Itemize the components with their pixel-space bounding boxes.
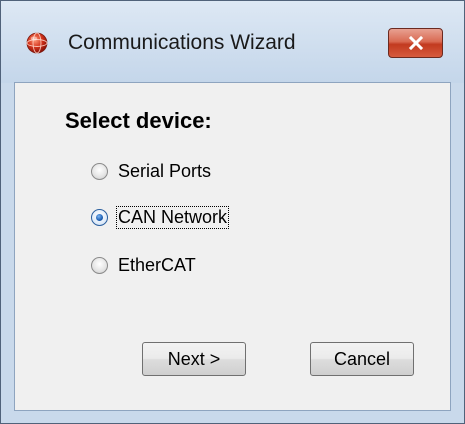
next-button[interactable]: Next > bbox=[142, 342, 246, 376]
radio-button-selected[interactable] bbox=[91, 208, 108, 226]
radio-can-network[interactable]: CAN Network bbox=[91, 204, 230, 230]
cancel-button[interactable]: Cancel bbox=[310, 342, 414, 376]
select-device-heading: Select device: bbox=[65, 108, 212, 133]
wizard-content: Select device: Serial Ports CAN Network … bbox=[14, 82, 451, 411]
wizard-window: Communications Wizard Select device: Ser… bbox=[0, 0, 465, 424]
close-icon bbox=[408, 36, 423, 50]
radio-label: EtherCAT bbox=[118, 254, 196, 275]
radio-button[interactable] bbox=[91, 256, 108, 274]
app-globe-icon bbox=[26, 32, 48, 54]
radio-dot bbox=[96, 213, 103, 221]
title-bar[interactable]: Communications Wizard bbox=[1, 1, 464, 83]
window-title: Communications Wizard bbox=[68, 31, 296, 54]
radio-serial-ports[interactable]: Serial Ports bbox=[91, 158, 212, 184]
radio-button[interactable] bbox=[91, 162, 108, 180]
radio-label: Serial Ports bbox=[118, 160, 212, 181]
close-button[interactable] bbox=[388, 28, 443, 58]
radio-label: CAN Network bbox=[115, 205, 230, 229]
radio-ethercat[interactable]: EtherCAT bbox=[91, 252, 197, 278]
